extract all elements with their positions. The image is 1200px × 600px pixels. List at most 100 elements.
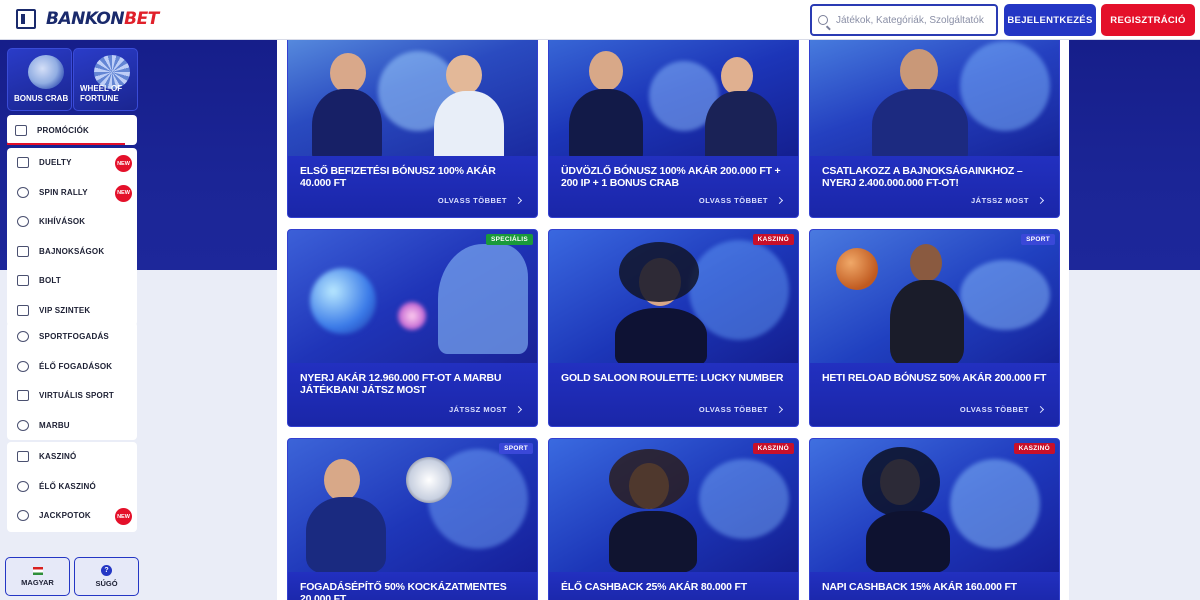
chevron-right-icon (775, 196, 784, 205)
promo-card[interactable]: ELSŐ BEFIZETÉSI BÓNUSZ 100% AKÁR 40.000 … (287, 30, 538, 218)
sidebar-item-live-betting[interactable]: ÉLŐ FOGADÁSOK (7, 352, 137, 382)
chevron-right-icon (514, 196, 523, 205)
category-tag: KASZINÓ (752, 234, 794, 245)
sidebar-item-label: MARBU (39, 420, 70, 430)
promo-link[interactable]: OLVASS TÖBBET (960, 405, 1045, 414)
promo-info: NYERJ AKÁR 12.960.000 FT-OT A MARBU JÁTÉ… (288, 363, 537, 426)
sidebar-item-label: BOLT (39, 276, 61, 286)
crab-icon (28, 55, 64, 89)
sidebar-item-label: VIRTUÁLIS SPORT (39, 391, 115, 401)
promo-title: ÜDVÖZLŐ BÓNUSZ 100% AKÁR 200.000 FT + 20… (561, 165, 781, 189)
promo-link[interactable]: OLVASS TÖBBET (698, 405, 784, 414)
promo-info: GOLD SALOON ROULETTE: LUCKY NUMBER OLVAS… (549, 363, 798, 426)
promo-title: ÉLŐ CASHBACK 25% AKÁR 80.000 FT (561, 581, 747, 593)
help-icon: ? (101, 565, 112, 576)
promo-card[interactable]: SPECIÁLIS NYERJ AKÁR 12.960.000 FT-OT A … (287, 229, 538, 427)
rally-icon (17, 186, 29, 198)
promo-image (549, 230, 798, 363)
promo-card[interactable]: CSATLAKOZZ A BAJNOKSÁGAINKHOZ – NYERJ 2.… (809, 30, 1060, 218)
promo-title: CSATLAKOZZ A BAJNOKSÁGAINKHOZ – NYERJ 2.… (822, 165, 1023, 189)
sidebar-item-label: SPORTFOGADÁS (39, 332, 109, 342)
sidebar-item-duelty[interactable]: DUELTY NEW (7, 148, 137, 178)
live-icon (17, 360, 29, 372)
sidebar-group-casino: KASZINÓ ÉLŐ KASZINÓ JACKPOTOK NEW (7, 442, 137, 532)
sidebar-item-label: DUELTY (39, 158, 72, 168)
promo-link-label: OLVASS TÖBBET (437, 196, 507, 205)
featured-label: WHEEL OF FORTUNE (80, 84, 123, 103)
promo-link[interactable]: OLVASS TÖBBET (698, 196, 784, 205)
promo-card[interactable]: KASZINÓ NAPI CASHBACK 15% AKÁR 160.000 F… (809, 438, 1060, 600)
trophy-icon (17, 245, 29, 257)
sidebar-item-label: BAJNOKSÁGOK (39, 246, 105, 256)
promo-link[interactable]: JÁTSSZ MOST (448, 405, 523, 414)
promo-image (288, 31, 537, 156)
sidebar-item-live-casino[interactable]: ÉLŐ KASZINÓ (7, 472, 137, 502)
dice-icon (17, 451, 29, 463)
logo[interactable]: BANKONBET (46, 9, 159, 29)
promo-card[interactable]: SPORT FOGADÁSÉPÍTŐ 50% KOCKÁZATMENTES 20… (287, 438, 538, 600)
promo-card[interactable]: KASZINÓ GOLD SALOON ROULETTE: LUCKY NUMB… (548, 229, 799, 427)
search-box[interactable] (810, 4, 998, 36)
category-tag: KASZINÓ (1013, 443, 1055, 454)
logo-part2: BET (124, 9, 159, 29)
sidebar-item-spin-rally[interactable]: SPIN RALLY NEW (7, 178, 137, 208)
promo-image (288, 439, 537, 572)
sidebar-item-label: SPIN RALLY (39, 187, 88, 197)
promo-title: FOGADÁSÉPÍTŐ 50% KOCKÁZATMENTES 20.000 F… (300, 581, 507, 600)
featured-label: BONUS CRAB (14, 94, 69, 103)
login-button[interactable]: BEJELENTKEZÉS (1004, 4, 1096, 36)
promo-image (549, 31, 798, 156)
promo-title: ELSŐ BEFIZETÉSI BÓNUSZ 100% AKÁR 40.000 … (300, 165, 496, 189)
promo-link-label: OLVASS TÖBBET (698, 196, 768, 205)
sidebar-item-casino[interactable]: KASZINÓ (7, 442, 137, 472)
promo-title: HETI RELOAD BÓNUSZ 50% AKÁR 200.000 FT (822, 372, 1047, 384)
sidebar-item-label: VIP SZINTEK (39, 305, 91, 315)
shop-icon (17, 275, 29, 287)
promo-info: ÜDVÖZLŐ BÓNUSZ 100% AKÁR 200.000 FT + 20… (549, 156, 798, 217)
sidebar-item-shop[interactable]: BOLT (7, 266, 137, 296)
diamond-icon (17, 304, 29, 316)
sidebar-item-jackpots[interactable]: JACKPOTOK NEW (7, 501, 137, 531)
promo-info: HETI RELOAD BÓNUSZ 50% AKÁR 200.000 FT O… (810, 363, 1059, 426)
help-button[interactable]: ? SÚGÓ (74, 557, 139, 596)
sidebar-item-sportsbook[interactable]: SPORTFOGADÁS (7, 322, 137, 352)
top-header: BANKONBET BEJELENTKEZÉS REGISZTRÁCIÓ (0, 0, 1200, 40)
promo-image (810, 31, 1059, 156)
menu-toggle-icon[interactable] (16, 9, 36, 29)
sidebar-item-marbu[interactable]: MARBU (7, 411, 137, 441)
sidebar-item-vip[interactable]: VIP SZINTEK (7, 296, 137, 326)
language-button[interactable]: MAGYAR (5, 557, 70, 596)
sidebar-item-virtual-sports[interactable]: VIRTUÁLIS SPORT (7, 381, 137, 411)
promo-info: ELSŐ BEFIZETÉSI BÓNUSZ 100% AKÁR 40.000 … (288, 156, 537, 217)
promotions-panel: ELSŐ BEFIZETÉSI BÓNUSZ 100% AKÁR 40.000 … (277, 30, 1069, 600)
chevron-right-icon (1036, 196, 1045, 205)
live-casino-icon (17, 480, 29, 492)
promo-info: ÉLŐ CASHBACK 25% AKÁR 80.000 FT (549, 572, 798, 600)
promo-image (549, 439, 798, 572)
new-badge: NEW (115, 508, 132, 525)
promo-info: CSATLAKOZZ A BAJNOKSÁGAINKHOZ – NYERJ 2.… (810, 156, 1059, 217)
language-label: MAGYAR (21, 577, 54, 587)
category-tag: SPECIÁLIS (485, 234, 533, 245)
promo-card[interactable]: KASZINÓ ÉLŐ CASHBACK 25% AKÁR 80.000 FT (548, 438, 799, 600)
search-input[interactable] (836, 14, 986, 26)
jackpot-icon (17, 510, 29, 522)
register-button[interactable]: REGISZTRÁCIÓ (1101, 4, 1195, 36)
category-tag: SPORT (499, 443, 533, 454)
promo-link[interactable]: JÁTSSZ MOST (971, 196, 1045, 205)
promo-card[interactable]: ÜDVÖZLŐ BÓNUSZ 100% AKÁR 200.000 FT + 20… (548, 30, 799, 218)
sidebar-item-label: ÉLŐ KASZINÓ (39, 481, 96, 491)
promo-card[interactable]: SPORT HETI RELOAD BÓNUSZ 50% AKÁR 200.00… (809, 229, 1060, 427)
new-badge: NEW (115, 184, 132, 202)
chevron-right-icon (514, 405, 523, 414)
promo-link-label: OLVASS TÖBBET (698, 405, 768, 414)
featured-wheel-of-fortune[interactable]: WHEEL OF FORTUNE (73, 48, 138, 111)
sidebar-item-tournaments[interactable]: BAJNOKSÁGOK (7, 237, 137, 267)
promo-link[interactable]: OLVASS TÖBBET (437, 196, 523, 205)
promo-link-label: JÁTSSZ MOST (448, 405, 507, 414)
sidebar-item-promotions[interactable]: PROMÓCIÓK (7, 115, 137, 145)
sidebar-item-label: JACKPOTOK (39, 511, 91, 521)
search-icon (818, 15, 828, 25)
featured-bonus-crab[interactable]: BONUS CRAB (7, 48, 72, 111)
sidebar-item-challenges[interactable]: KIHÍVÁSOK (7, 207, 137, 237)
